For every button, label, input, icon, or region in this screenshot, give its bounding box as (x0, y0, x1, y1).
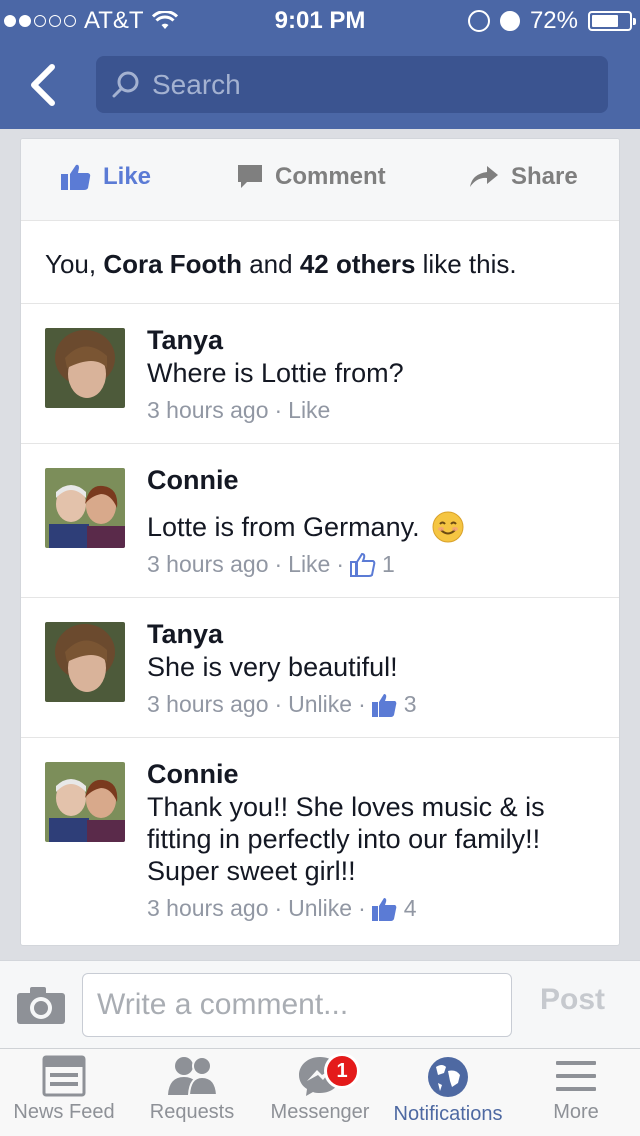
comment-likes-count[interactable]: 4 (371, 895, 417, 922)
post-actions-bar: Like Comment Share (21, 139, 619, 221)
alarm-icon (499, 11, 520, 31)
meta-separator: · (274, 895, 283, 921)
liker-name[interactable]: Cora Footh (103, 249, 242, 279)
commenter-name[interactable]: Connie (147, 759, 239, 790)
likes-suffix: like this. (415, 249, 517, 279)
comment-time: 3 hours ago (147, 895, 269, 921)
comment-unlike-link[interactable]: Unlike (288, 691, 352, 718)
menu-icon (556, 1061, 596, 1091)
comment-like-link[interactable]: Like (288, 551, 330, 578)
avatar[interactable] (45, 622, 125, 702)
comment-time: 3 hours ago (147, 551, 269, 577)
battery-icon (588, 11, 636, 31)
comment-time: 3 hours ago (147, 691, 269, 717)
comment-likes-count[interactable]: 3 (371, 691, 417, 718)
comment-label: Comment (275, 163, 386, 190)
battery-percent: 72% (529, 7, 578, 34)
comment-button[interactable]: Comment (237, 163, 386, 191)
comment-item: Tanya Where is Lottie from? 3 hours ago … (21, 303, 619, 443)
share-label: Share (511, 163, 578, 190)
top-navigation-bar: AT&T 9:01 PM 72% (0, 0, 640, 129)
comment-unlike-link[interactable]: Unlike (288, 895, 352, 922)
likes-middle: and (241, 249, 300, 279)
commenter-name[interactable]: Connie (147, 465, 239, 496)
camera-button[interactable] (16, 985, 66, 1030)
tab-notifications[interactable]: Notifications (384, 1055, 512, 1136)
commenter-name[interactable]: Tanya (147, 325, 223, 356)
commenter-name[interactable]: Tanya (147, 619, 223, 650)
comment-item: Connie Lotte is from Germany. 3 hours ag… (21, 443, 619, 597)
tab-news-feed[interactable]: News Feed (0, 1055, 128, 1136)
status-indicators: 72% (467, 7, 636, 35)
likes-others-count[interactable]: 42 others (300, 249, 416, 279)
comment-text: Lotte is from Germany. (147, 512, 420, 542)
back-button[interactable] (18, 58, 68, 112)
likes-count: 4 (403, 895, 417, 921)
search-bar[interactable] (96, 56, 608, 113)
comment-text: Where is Lottie from? (147, 358, 404, 388)
meta-separator: · (274, 691, 283, 717)
comment-text: Thank you!! She loves music & is fitting… (147, 792, 545, 886)
tab-label: Messenger (270, 1101, 370, 1123)
comment-likes-count[interactable]: 1 (350, 551, 395, 578)
post-card: Like Comment Share You, Cora Footh and 4… (20, 138, 620, 946)
smiley-emoji-icon (432, 511, 464, 543)
like-button[interactable]: Like (61, 163, 151, 191)
thumbs-up-outline-icon (350, 552, 376, 577)
notification-badge: 1 (324, 1053, 360, 1089)
comment-meta: 3 hours ago · Unlike · 4 (147, 895, 417, 922)
like-label: Like (103, 163, 152, 190)
rotation-lock-icon (467, 10, 490, 32)
comment-bubble-icon (238, 165, 262, 188)
news-feed-icon (42, 1055, 86, 1097)
camera-icon (17, 987, 65, 1024)
bottom-tab-bar: News Feed Requests 1 Messenger Notificat… (0, 1048, 640, 1136)
globe-icon (428, 1057, 468, 1097)
avatar[interactable] (45, 328, 125, 408)
meta-separator: · (274, 551, 283, 577)
meta-separator: · (274, 397, 283, 423)
post-button[interactable]: Post (540, 983, 605, 1017)
comment-meta: 3 hours ago · Like · 1 (147, 551, 395, 578)
tab-more[interactable]: More (512, 1055, 640, 1136)
comment-text: She is very beautiful! (147, 652, 398, 682)
likes-summary[interactable]: You, Cora Footh and 42 others like this. (45, 249, 517, 280)
tab-requests[interactable]: Requests (128, 1055, 256, 1136)
thumbs-up-filled-icon (371, 693, 397, 717)
likes-count: 1 (382, 551, 395, 577)
tab-label: More (553, 1101, 599, 1123)
comment-time: 3 hours ago (147, 397, 269, 423)
tab-label: Requests (149, 1101, 235, 1123)
status-bar: AT&T 9:01 PM 72% (0, 0, 640, 40)
meta-separator: · (358, 895, 366, 921)
back-chevron-icon (31, 64, 55, 106)
tab-messenger[interactable]: 1 Messenger (256, 1053, 384, 1136)
avatar[interactable] (45, 468, 125, 548)
comment-composer: Post (0, 960, 640, 1048)
comment-item: Tanya She is very beautiful! 3 hours ago… (21, 597, 619, 737)
requests-icon (168, 1056, 219, 1096)
share-arrow-icon (470, 166, 498, 187)
tab-label: Notifications (393, 1103, 503, 1125)
thumbs-up-icon (61, 164, 91, 190)
comment-meta: 3 hours ago · Unlike · 3 (147, 691, 417, 718)
comment-like-link[interactable]: Like (288, 397, 330, 424)
comment-item: Connie Thank you!! She loves music & is … (21, 737, 619, 945)
comment-text-row: Lotte is from Germany. (147, 511, 597, 543)
search-input[interactable] (152, 68, 592, 101)
avatar[interactable] (45, 762, 125, 842)
comment-meta: 3 hours ago · Like (147, 397, 330, 424)
battery-fill (592, 15, 618, 27)
meta-separator: · (358, 691, 366, 717)
tab-label: News Feed (13, 1101, 115, 1123)
share-button[interactable]: Share (469, 163, 578, 191)
comment-input[interactable] (82, 973, 512, 1037)
likes-prefix: You, (45, 249, 104, 279)
likes-count: 3 (403, 691, 417, 717)
meta-separator: · (336, 551, 345, 577)
thumbs-up-filled-icon (371, 897, 397, 921)
search-icon (112, 71, 139, 97)
